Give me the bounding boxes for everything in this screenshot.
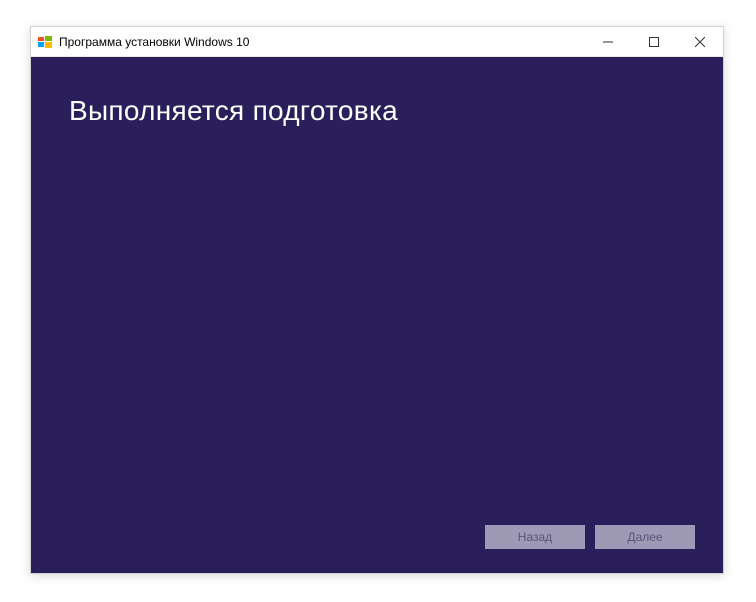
titlebar: Программа установки Windows 10 bbox=[31, 27, 723, 57]
back-button[interactable]: Назад bbox=[485, 525, 585, 549]
content-area: Выполняется подготовка Назад Далее bbox=[31, 57, 723, 573]
maximize-button[interactable] bbox=[631, 27, 677, 56]
minimize-button[interactable] bbox=[585, 27, 631, 56]
close-button[interactable] bbox=[677, 27, 723, 56]
window-controls bbox=[585, 27, 723, 56]
window-title: Программа установки Windows 10 bbox=[59, 35, 585, 49]
next-button[interactable]: Далее bbox=[595, 525, 695, 549]
installer-window: Программа установки Windows 10 Выполняет… bbox=[30, 26, 724, 574]
navigation-buttons: Назад Далее bbox=[485, 525, 695, 549]
app-icon bbox=[37, 34, 53, 50]
page-heading: Выполняется подготовка bbox=[31, 57, 723, 127]
